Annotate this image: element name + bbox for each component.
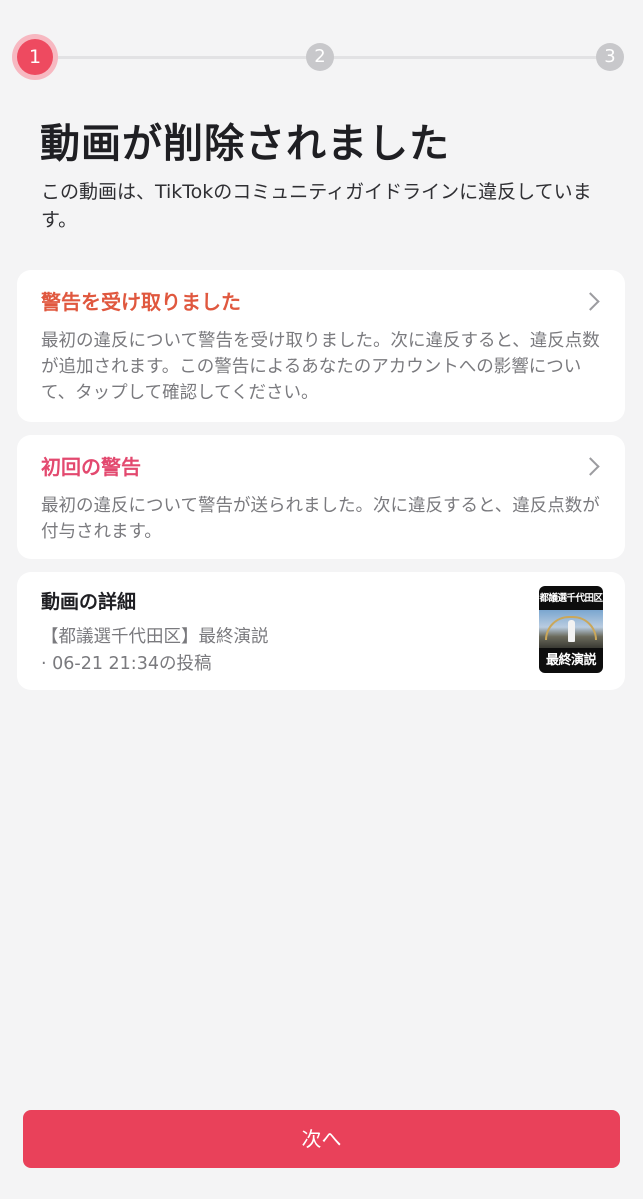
- video-details-card: 動画の詳細 【都議選千代田区】最終演説 · 06-21 21:34の投稿 都議選…: [17, 572, 625, 690]
- video-details-title: 動画の詳細: [41, 591, 137, 613]
- warning-received-card[interactable]: 警告を受け取りました 最初の違反について警告を受け取りました。次に違反すると、違…: [17, 270, 625, 422]
- warning-received-title: 警告を受け取りました: [41, 290, 241, 314]
- step-3-indicator: 3: [596, 43, 624, 71]
- page-title: 動画が削除されました: [40, 121, 450, 167]
- page-subtitle: この動画は、TikTokのコミュニティガイドラインに違反しています。: [41, 181, 592, 231]
- thumbnail-caption-top: 都議選千代田区: [539, 593, 603, 604]
- thumbnail-person: [568, 620, 575, 642]
- video-thumbnail[interactable]: 都議選千代田区 最終演説: [539, 586, 603, 673]
- chevron-right-icon: [581, 292, 600, 311]
- progress-stepper: 1 2 3: [16, 39, 630, 76]
- step-2-indicator: 2: [306, 43, 334, 71]
- first-warning-title: 初回の警告: [41, 455, 141, 479]
- step-1-indicator: 1: [17, 39, 53, 75]
- first-warning-card[interactable]: 初回の警告 最初の違反について警告が送られました。次に違反すると、違反点数が付与…: [17, 435, 625, 559]
- thumbnail-caption-bottom: 最終演説: [545, 653, 597, 668]
- next-button[interactable]: 次へ: [23, 1110, 620, 1168]
- warning-received-description: 最初の違反について警告を受け取りました。次に違反すると、違反点数が追加されます。…: [41, 331, 600, 403]
- first-warning-description: 最初の違反について警告が送られました。次に違反すると、違反点数が付与されます。: [41, 496, 600, 542]
- video-title: 【都議選千代田区】最終演説: [41, 627, 269, 647]
- chevron-right-icon: [581, 457, 600, 476]
- video-post-date: · 06-21 21:34の投稿: [41, 654, 212, 674]
